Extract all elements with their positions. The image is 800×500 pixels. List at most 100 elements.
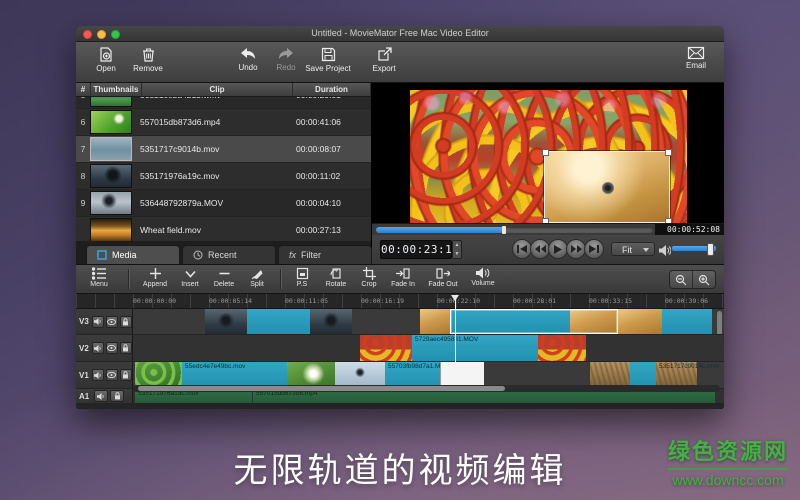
timeline-menu-button[interactable]: Menu xyxy=(84,267,114,288)
zoom-out-button[interactable] xyxy=(670,271,692,288)
pip-center-handle[interactable] xyxy=(602,182,614,194)
timeline-clip[interactable] xyxy=(247,309,310,334)
column-number[interactable]: # xyxy=(76,83,91,96)
watermark-title: 绿色资源网 xyxy=(668,434,788,470)
insert-button[interactable]: Insert xyxy=(176,267,204,288)
speaker-icon[interactable] xyxy=(659,243,671,261)
timeline-clip-thumb[interactable] xyxy=(205,309,247,334)
horizontal-scrollbar[interactable] xyxy=(133,385,720,392)
ps-button[interactable]: P.S xyxy=(290,267,314,288)
clip-row-5[interactable]: 5 56521ceba4b1b.wmv 00:00:29:01 xyxy=(76,97,371,109)
clip-duration: 00:00:27:13 xyxy=(284,225,371,235)
rotate-button[interactable]: Rotate xyxy=(320,267,352,288)
mute-toggle[interactable] xyxy=(92,369,104,381)
clip-row-7-selected[interactable]: 7 5351717c9014b.mov 00:00:08:07 xyxy=(76,136,371,163)
email-button[interactable]: Email xyxy=(674,46,718,70)
skip-end-icon xyxy=(589,245,599,253)
fast-forward-button[interactable] xyxy=(566,239,586,259)
mute-toggle[interactable] xyxy=(94,390,108,402)
pip-overlay[interactable] xyxy=(544,151,670,223)
timeline-clip-thumb[interactable] xyxy=(618,309,662,334)
clip-label: 5351717c9014c.mov xyxy=(659,363,719,370)
lock-toggle[interactable] xyxy=(120,342,132,354)
timeline-clip[interactable] xyxy=(662,309,712,334)
open-button[interactable]: Open xyxy=(84,46,128,73)
seek-handle[interactable] xyxy=(502,226,506,234)
fade-in-button[interactable]: Fade In xyxy=(386,267,420,288)
fast-forward-icon xyxy=(571,245,582,253)
timeline-clip[interactable]: 5729aec495881.MOV xyxy=(412,335,538,361)
column-clip[interactable]: Clip xyxy=(142,83,293,96)
mute-toggle[interactable] xyxy=(92,316,104,328)
video-viewport xyxy=(410,90,687,223)
mute-toggle[interactable] xyxy=(92,342,104,354)
remove-button[interactable]: Remove xyxy=(126,46,170,73)
track-label: V3 xyxy=(79,317,90,326)
tab-media[interactable]: Media xyxy=(86,245,180,264)
track-lane-v2: 5729aec495881.MOV xyxy=(133,335,724,361)
clip-thumbnail xyxy=(90,137,132,161)
horizontal-scroll-thumb[interactable] xyxy=(138,386,505,391)
app-window: Untitled - MovieMator Free Mac Video Edi… xyxy=(76,26,724,409)
undo-icon xyxy=(239,46,257,62)
visibility-toggle[interactable] xyxy=(106,316,118,328)
append-button[interactable]: Append xyxy=(138,267,172,288)
visibility-toggle[interactable] xyxy=(106,342,118,354)
pip-handle-top-left[interactable] xyxy=(542,149,549,156)
timeline-clip-thumb[interactable] xyxy=(310,309,352,334)
tab-recent[interactable]: Recent xyxy=(182,245,276,264)
crop-button[interactable]: Crop xyxy=(356,267,382,288)
delete-button[interactable]: Delete xyxy=(208,267,240,288)
lock-toggle[interactable] xyxy=(120,369,132,381)
vertical-scrollbar[interactable] xyxy=(717,311,722,334)
clip-row-10[interactable]: Wheat field.mov 00:00:27:13 xyxy=(76,217,371,241)
export-button[interactable]: Export xyxy=(362,46,406,73)
volume-slider[interactable] xyxy=(672,246,716,251)
play-button[interactable] xyxy=(548,239,568,259)
fade-out-button[interactable]: Fade Out xyxy=(424,267,462,288)
volume-tool-button[interactable]: Volume xyxy=(466,267,500,287)
track-label: V2 xyxy=(79,344,90,353)
clip-number: 5 xyxy=(76,97,90,100)
clip-row-8[interactable]: 8 535171976a19c.mov 00:00:11:02 xyxy=(76,163,371,190)
timeline-ruler[interactable]: 00:00:00:00 00:00:05:14 00:00:11:05 00:0… xyxy=(76,294,724,309)
clip-name: 557015db873d6.mp4 xyxy=(140,117,284,127)
export-icon xyxy=(376,46,393,63)
playhead[interactable] xyxy=(455,295,456,385)
column-duration[interactable]: Duration xyxy=(293,83,371,96)
save-project-button[interactable]: Save Project xyxy=(300,46,356,73)
skip-end-button[interactable] xyxy=(584,239,604,259)
clip-row-6[interactable]: 6 557015db873d6.mp4 00:00:41:06 xyxy=(76,109,371,136)
pip-handle-top-right[interactable] xyxy=(665,149,672,156)
clip-thumbnail xyxy=(90,164,132,188)
split-button[interactable]: Split xyxy=(244,267,270,288)
timeline-clip-thumb[interactable] xyxy=(420,309,450,334)
timeline-clip-thumb[interactable] xyxy=(538,335,586,361)
clip-name: 535171976a19c.mov xyxy=(140,171,284,181)
tab-filter[interactable]: fx Filter xyxy=(278,245,372,264)
track-header-a1: A1 xyxy=(76,389,133,403)
timeline-clip-thumb[interactable] xyxy=(360,335,412,361)
rewind-button[interactable] xyxy=(530,239,550,259)
visibility-toggle[interactable] xyxy=(106,369,118,381)
clip-name: 5351717c9014b.mov xyxy=(140,144,284,154)
seek-bar[interactable] xyxy=(376,227,653,233)
volume-handle[interactable] xyxy=(707,243,714,256)
volume-icon xyxy=(476,267,490,279)
clip-row-9[interactable]: 9 536448792879a.MOV 00:00:04:10 xyxy=(76,190,371,217)
clip-duration: 00:00:41:06 xyxy=(284,117,371,127)
playhead-grip[interactable] xyxy=(451,295,459,301)
site-watermark: 绿色资源网 www.downcc.com xyxy=(668,434,788,488)
lock-toggle[interactable] xyxy=(110,390,124,402)
lock-toggle[interactable] xyxy=(120,316,132,328)
zoom-fit-dropdown[interactable]: Fit xyxy=(611,242,655,256)
skip-start-icon xyxy=(517,245,527,253)
selected-clip-outline[interactable] xyxy=(450,309,618,334)
media-icon xyxy=(97,250,107,260)
clip-list-header: # Thumbnails Clip Duration xyxy=(76,83,371,97)
timecode-stepper[interactable]: ▲▼ xyxy=(452,240,462,259)
column-thumbnails[interactable]: Thumbnails xyxy=(91,83,142,96)
skip-start-button[interactable] xyxy=(512,239,532,259)
zoom-in-button[interactable] xyxy=(692,271,715,288)
track-label: A1 xyxy=(79,392,92,401)
